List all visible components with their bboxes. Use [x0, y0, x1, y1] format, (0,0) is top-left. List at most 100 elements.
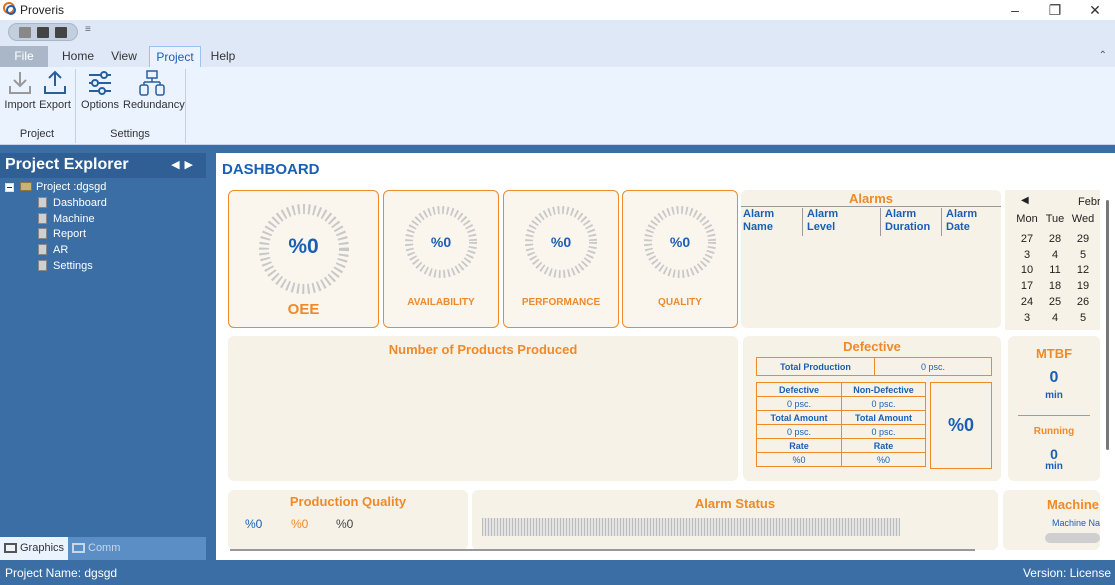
machine-title: Machine — [1047, 497, 1100, 512]
calendar-date[interactable]: 3 — [1013, 312, 1041, 324]
dashboard-canvas: DASHBOARD %0 OEE %0 AVAILABILITY %0 PERF… — [216, 153, 1115, 560]
running-value: 0 — [1050, 446, 1058, 462]
calendar-date[interactable]: 12 — [1069, 264, 1097, 276]
calendar-date[interactable]: 10 — [1013, 264, 1041, 276]
tab-graphics-label: Graphics — [20, 542, 65, 554]
tab-comm[interactable]: Comm — [68, 537, 138, 560]
alarm-col-name[interactable]: Alarm Name — [743, 208, 774, 234]
calendar-date[interactable]: 29 — [1069, 233, 1097, 245]
alarm-col-level[interactable]: Alarm Level — [802, 208, 838, 236]
alarms-divider — [741, 206, 1001, 207]
redundancy-label: Redundancy — [123, 99, 185, 111]
monitor-icon — [4, 543, 17, 553]
alarm-col-name-l2: Name — [743, 221, 773, 233]
rate-label-left: Rate — [756, 438, 842, 453]
mtbf-divider — [1018, 415, 1090, 416]
tree-item-ar[interactable]: AR — [0, 243, 206, 259]
mtbf-unit: min — [1045, 390, 1063, 401]
products-produced-title: Number of Products Produced — [388, 342, 578, 357]
performance-label: PERFORMANCE — [521, 297, 601, 308]
calendar-date[interactable]: 18 — [1041, 280, 1069, 292]
new-file-icon[interactable] — [19, 27, 31, 38]
vertical-scroll-thumb[interactable] — [1106, 200, 1109, 450]
alarm-col-duration[interactable]: Alarm Duration — [880, 208, 930, 236]
tree-item-machine[interactable]: Machine — [0, 212, 206, 228]
close-button[interactable]: ✕ — [1075, 0, 1115, 20]
calendar-date[interactable]: 4 — [1041, 249, 1069, 261]
quality-label: QUALITY — [658, 297, 702, 308]
dashboard-title: DASHBOARD — [222, 161, 320, 178]
production-quality-panel: Production Quality %0 %0 %0 — [228, 490, 468, 550]
minimize-button[interactable]: – — [995, 0, 1035, 20]
quick-access-group — [8, 23, 78, 41]
tab-file[interactable]: File — [0, 46, 48, 67]
calendar-date[interactable]: 26 — [1069, 296, 1097, 308]
project-tree: Project :dgsgd Dashboard Machine Report … — [0, 180, 206, 275]
quick-access-toolbar: ≡ — [0, 20, 1115, 44]
redundancy-button[interactable]: Redundancy — [123, 69, 185, 111]
calendar-date[interactable]: 19 — [1069, 280, 1097, 292]
page-icon — [38, 212, 47, 224]
tab-help[interactable]: Help — [207, 46, 239, 67]
tree-item-label: Settings — [53, 259, 93, 272]
explorer-title: Project Explorer — [5, 156, 129, 173]
total-amount-value-right: 0 psc. — [841, 424, 926, 439]
calendar-date[interactable]: 5 — [1069, 312, 1097, 324]
customize-toolbar-icon[interactable]: ≡ — [85, 24, 91, 35]
calendar-date[interactable]: 3 — [1013, 249, 1041, 261]
tab-view[interactable]: View — [106, 46, 142, 67]
export-button[interactable]: Export — [38, 69, 72, 111]
tree-item-dashboard[interactable]: Dashboard — [0, 196, 206, 212]
alarm-col-level-l1: Alarm — [807, 208, 839, 220]
running-unit: min — [1045, 461, 1063, 472]
settings-group-label: Settings — [110, 128, 150, 140]
defective-label: Defective — [756, 382, 842, 397]
alarms-panel: Alarms Alarm Name Alarm Level Alarm Dura… — [741, 190, 1001, 328]
calendar-date[interactable]: 4 — [1041, 312, 1069, 324]
import-button[interactable]: Import — [3, 69, 37, 111]
vertical-scrollbar[interactable] — [1101, 190, 1115, 510]
alarm-col-level-l2: Level — [807, 221, 836, 233]
mtbf-panel: MTBF 0 min Running 0 min — [1008, 336, 1100, 481]
calendar-date[interactable]: 5 — [1069, 249, 1097, 261]
horizontal-scrollbar[interactable] — [230, 549, 975, 551]
machine-name-label: Machine Na — [1052, 518, 1101, 528]
title-bar: Proveris – ❐ ✕ — [0, 0, 1115, 20]
tab-project[interactable]: Project — [149, 46, 201, 67]
project-group-label: Project — [19, 128, 55, 140]
tree-item-settings[interactable]: Settings — [0, 259, 206, 275]
options-button[interactable]: Options — [80, 69, 120, 111]
tab-graphics[interactable]: Graphics — [0, 537, 68, 560]
calendar-prev-icon[interactable]: ◀ — [1021, 195, 1029, 206]
calendar-day-header: Wed — [1071, 213, 1095, 225]
tree-project-node[interactable]: Project :dgsgd — [0, 180, 206, 196]
explorer-nav-arrows-icon[interactable]: ◀▶ — [171, 158, 198, 171]
restore-button[interactable]: ❐ — [1035, 0, 1075, 20]
calendar-date[interactable]: 11 — [1041, 264, 1069, 276]
kpi-quality-card: %0 QUALITY — [622, 190, 738, 328]
tree-item-label: Dashboard — [53, 196, 107, 209]
page-icon — [38, 259, 47, 271]
collapse-ribbon-icon[interactable]: ⌃ — [1099, 50, 1107, 61]
project-explorer: Project Explorer ◀▶ Project :dgsgd Dashb… — [0, 153, 206, 560]
mtbf-value: 0 — [1049, 369, 1059, 386]
save-all-icon[interactable] — [55, 27, 67, 38]
machine-panel: Machine Machine Na — [1003, 490, 1100, 550]
calendar-date[interactable]: 17 — [1013, 280, 1041, 292]
tree-item-label: AR — [53, 244, 69, 257]
ribbon-panel: Import Export Project Options Redundancy… — [0, 67, 1115, 145]
options-sliders-icon — [89, 71, 111, 95]
collapse-toggle-icon[interactable] — [5, 183, 14, 192]
folder-icon — [20, 182, 32, 191]
tree-item-report[interactable]: Report — [0, 227, 206, 243]
calendar-date[interactable]: 24 — [1013, 296, 1041, 308]
tab-comm-label: Comm — [88, 542, 121, 554]
calendar-date[interactable]: 27 — [1013, 233, 1041, 245]
alarm-col-date[interactable]: Alarm Date — [941, 208, 977, 236]
calendar-month: Febr — [1078, 196, 1100, 208]
calendar-date[interactable]: 28 — [1041, 233, 1069, 245]
save-icon[interactable] — [37, 27, 49, 38]
tab-home[interactable]: Home — [56, 46, 100, 67]
kpi-oee-card: %0 OEE — [228, 190, 379, 328]
calendar-date[interactable]: 25 — [1041, 296, 1069, 308]
